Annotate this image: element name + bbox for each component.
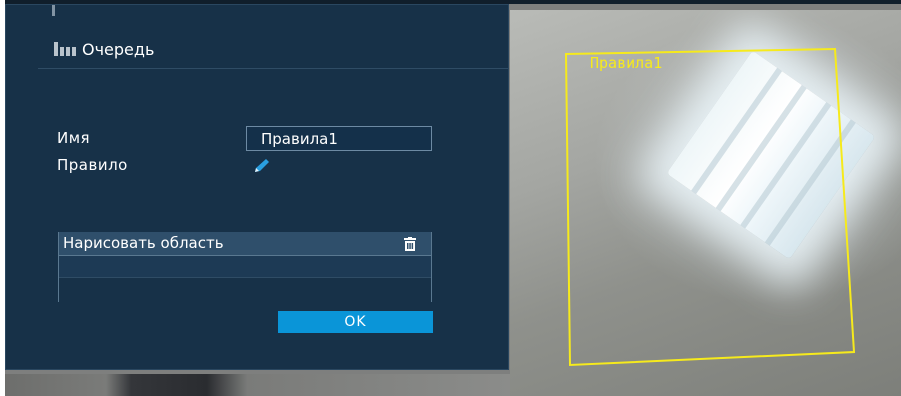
rule-zone-polygon[interactable] — [564, 47, 856, 369]
draw-area-row[interactable] — [59, 256, 431, 278]
queue-icon — [54, 42, 76, 56]
camera-view-bottom — [5, 374, 510, 396]
header-divider — [38, 68, 508, 69]
rule-label: Правило — [57, 156, 128, 174]
panel-header: Очередь — [54, 39, 154, 59]
pencil-icon[interactable] — [252, 156, 272, 176]
panel-title: Очередь — [82, 39, 155, 59]
trash-icon[interactable] — [403, 237, 417, 251]
name-input[interactable] — [246, 126, 432, 151]
rule-zone-label: Правила1 — [590, 54, 663, 72]
draw-area-label: Нарисовать область — [63, 234, 224, 252]
draw-area-header: Нарисовать область — [59, 232, 431, 256]
queue-rule-panel: Очередь Имя Правило Нарисовать область O… — [5, 4, 509, 370]
ok-button[interactable]: OK — [278, 311, 433, 333]
panel-top-marker — [52, 5, 55, 16]
draw-area-table: Нарисовать область — [58, 232, 432, 302]
name-label: Имя — [57, 129, 91, 147]
